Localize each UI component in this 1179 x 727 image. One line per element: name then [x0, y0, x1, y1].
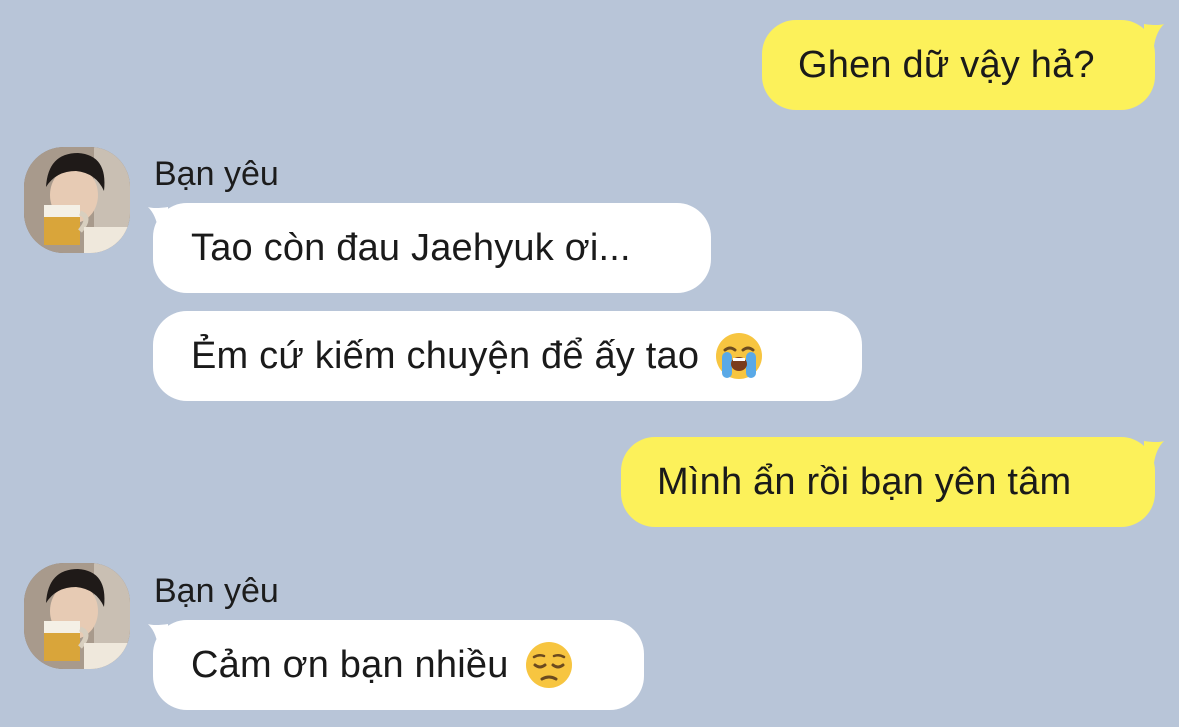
message-text: Ẻm cứ kiếm chuyện để ấy tao [191, 335, 700, 377]
contact-avatar[interactable] [24, 563, 130, 669]
incoming-bubble-tail [148, 624, 168, 646]
sender-name: Bạn yêu [154, 572, 279, 610]
message-text: Mình ẩn rồi bạn yên tâm [657, 461, 1072, 503]
avatar-photo-icon [24, 563, 130, 669]
incoming-message-bubble[interactable]: Tao còn đau Jaehyuk ơi... [153, 203, 711, 293]
pensive-face-emoji [525, 642, 572, 688]
incoming-message-bubble[interactable]: Ẻm cứ kiếm chuyện để ấy tao [153, 311, 862, 401]
message-text: Tao còn đau Jaehyuk ơi... [191, 227, 631, 269]
message-text: Cảm ơn bạn nhiều [191, 644, 509, 686]
outgoing-message-bubble[interactable]: Mình ẩn rồi bạn yên tâm [621, 437, 1155, 527]
outgoing-bubble-tail [1144, 24, 1164, 46]
sender-name: Bạn yêu [154, 155, 279, 193]
avatar-photo-icon [24, 147, 130, 253]
outgoing-bubble-tail [1144, 441, 1164, 463]
contact-avatar[interactable] [24, 147, 130, 253]
outgoing-message-bubble[interactable]: Ghen dữ vậy hả? [762, 20, 1155, 110]
message-text: Ghen dữ vậy hả? [798, 44, 1095, 86]
incoming-message-bubble[interactable]: Cảm ơn bạn nhiều [153, 620, 644, 710]
loudly-crying-face-emoji [716, 333, 763, 379]
incoming-bubble-tail [148, 207, 168, 229]
chat-thread: Ghen dữ vậy hả? Bạn yêu Tao còn đau Jaeh… [0, 0, 1179, 727]
